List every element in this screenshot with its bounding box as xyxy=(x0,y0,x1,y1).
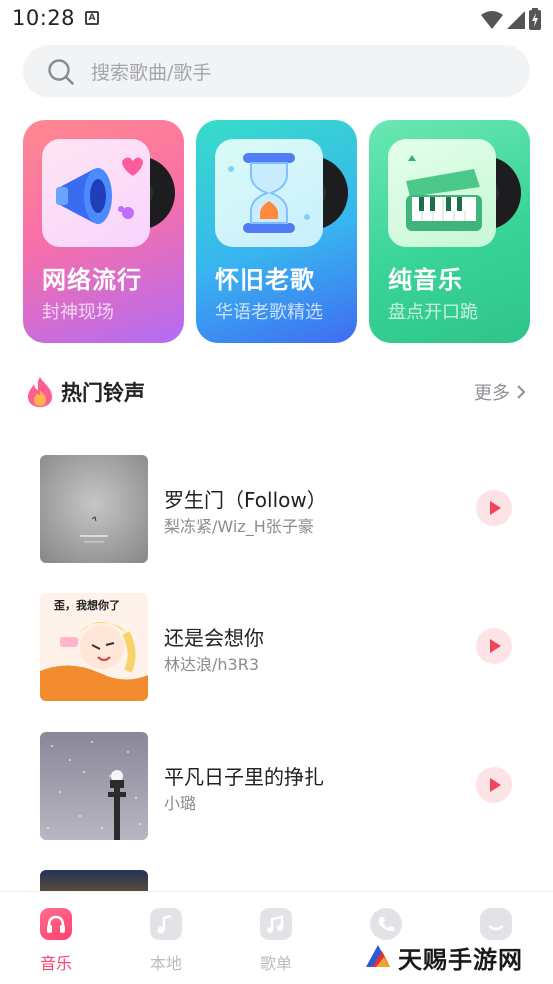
song-title: 平凡日子里的挣扎 xyxy=(164,765,324,789)
song-artist: 梨冻紧/Wiz_H张子豪 xyxy=(164,517,314,536)
status-icons xyxy=(481,8,541,30)
piano-cover xyxy=(388,139,496,247)
song-cover xyxy=(40,455,148,563)
nav-tab-music[interactable]: 音乐 xyxy=(21,906,91,976)
category-card-oldies[interactable]: 怀旧老歌 华语老歌精选 xyxy=(196,120,357,343)
fire-icon xyxy=(28,377,52,407)
cover-caption: 歪，我想你了 xyxy=(54,599,120,612)
category-card-instrumental[interactable]: 纯音乐 盘点开口跪 xyxy=(369,120,530,343)
search-bar[interactable]: 搜索歌曲/歌手 xyxy=(23,45,530,97)
watermark-logo-icon xyxy=(366,945,390,967)
status-time: 10:28 xyxy=(12,6,76,30)
song-row[interactable]: 罗生门（Follow） 梨冻紧/Wiz_H张子豪 xyxy=(40,455,512,563)
playlist-icon xyxy=(260,908,292,940)
category-card-pop[interactable]: 网络流行 封神现场 xyxy=(23,120,184,343)
category-cards: 网络流行 封神现场 怀旧老歌 华语老歌精选 纯音乐 盘点开口跪 xyxy=(23,120,530,343)
watermark-text: 天赐手游网 xyxy=(398,945,523,974)
song-row[interactable]: 平凡日子里的挣扎 小璐 xyxy=(40,732,512,840)
category-title: 怀旧老歌 xyxy=(215,266,315,294)
wifi-icon xyxy=(481,11,503,29)
foggy-cover-art xyxy=(40,455,148,563)
search-placeholder: 搜索歌曲/歌手 xyxy=(91,62,212,84)
search-icon xyxy=(48,59,74,85)
snow-lamp-cover-art xyxy=(40,732,148,840)
nav-label: 音乐 xyxy=(39,954,72,973)
status-bar: 10:28 A xyxy=(0,0,553,38)
hourglass-icon xyxy=(228,153,310,233)
song-cover-partial[interactable] xyxy=(40,870,148,892)
category-title: 网络流行 xyxy=(42,266,142,294)
app-screen: 10:28 A 搜索歌曲/歌手 网络流行 封神现场 怀旧老歌 华语老歌精选 纯音… xyxy=(0,0,553,984)
battery-icon xyxy=(529,8,541,30)
category-subtitle: 华语老歌精选 xyxy=(215,302,323,323)
piano-icon xyxy=(406,155,482,231)
hourglass-cover xyxy=(215,139,323,247)
song-artist: 小璐 xyxy=(164,794,197,813)
song-title: 罗生门（Follow） xyxy=(164,488,327,512)
music-tab-icon xyxy=(40,908,72,940)
megaphone-icon xyxy=(56,157,143,224)
more-label: 更多 xyxy=(474,383,510,404)
notification-icon: A xyxy=(85,11,99,25)
signal-icon xyxy=(507,11,525,29)
nav-label: 歌单 xyxy=(259,954,292,973)
chevron-right-icon xyxy=(517,385,526,399)
section-title: 热门铃声 xyxy=(61,381,145,405)
nav-label: 本地 xyxy=(149,954,182,973)
category-title: 纯音乐 xyxy=(388,266,463,294)
category-subtitle: 盘点开口跪 xyxy=(388,302,478,323)
song-row[interactable]: 歪，我想你了 还是会想你 林达浪/h3R3 xyxy=(40,593,512,701)
song-cover: 歪，我想你了 xyxy=(40,593,148,701)
play-button[interactable] xyxy=(476,767,512,803)
play-button[interactable] xyxy=(476,628,512,664)
song-cover xyxy=(40,732,148,840)
nav-tab-local[interactable]: 本地 xyxy=(131,906,201,976)
song-title: 还是会想你 xyxy=(164,626,264,650)
play-button[interactable] xyxy=(476,490,512,526)
more-link[interactable]: 更多 xyxy=(474,379,526,405)
watermark: 天赐手游网 xyxy=(364,936,549,978)
local-music-icon xyxy=(150,908,182,940)
hot-ringtones-header: 热门铃声 更多 xyxy=(23,372,530,412)
song-artist: 林达浪/h3R3 xyxy=(164,655,260,674)
nav-tab-playlist[interactable]: 歌单 xyxy=(241,906,311,976)
category-subtitle: 封神现场 xyxy=(42,302,114,323)
megaphone-cover xyxy=(42,139,150,247)
